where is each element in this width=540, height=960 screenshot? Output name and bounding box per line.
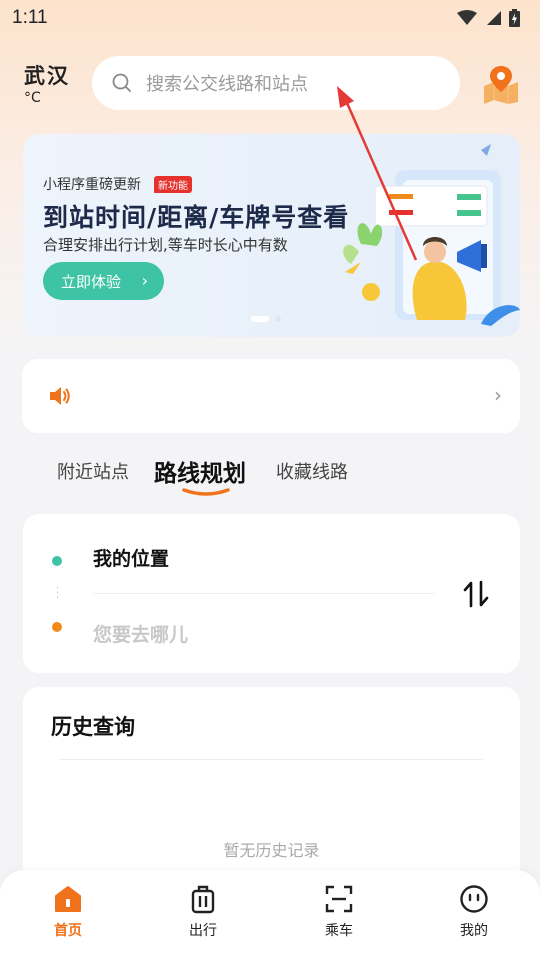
annotation-arrow <box>337 86 418 261</box>
